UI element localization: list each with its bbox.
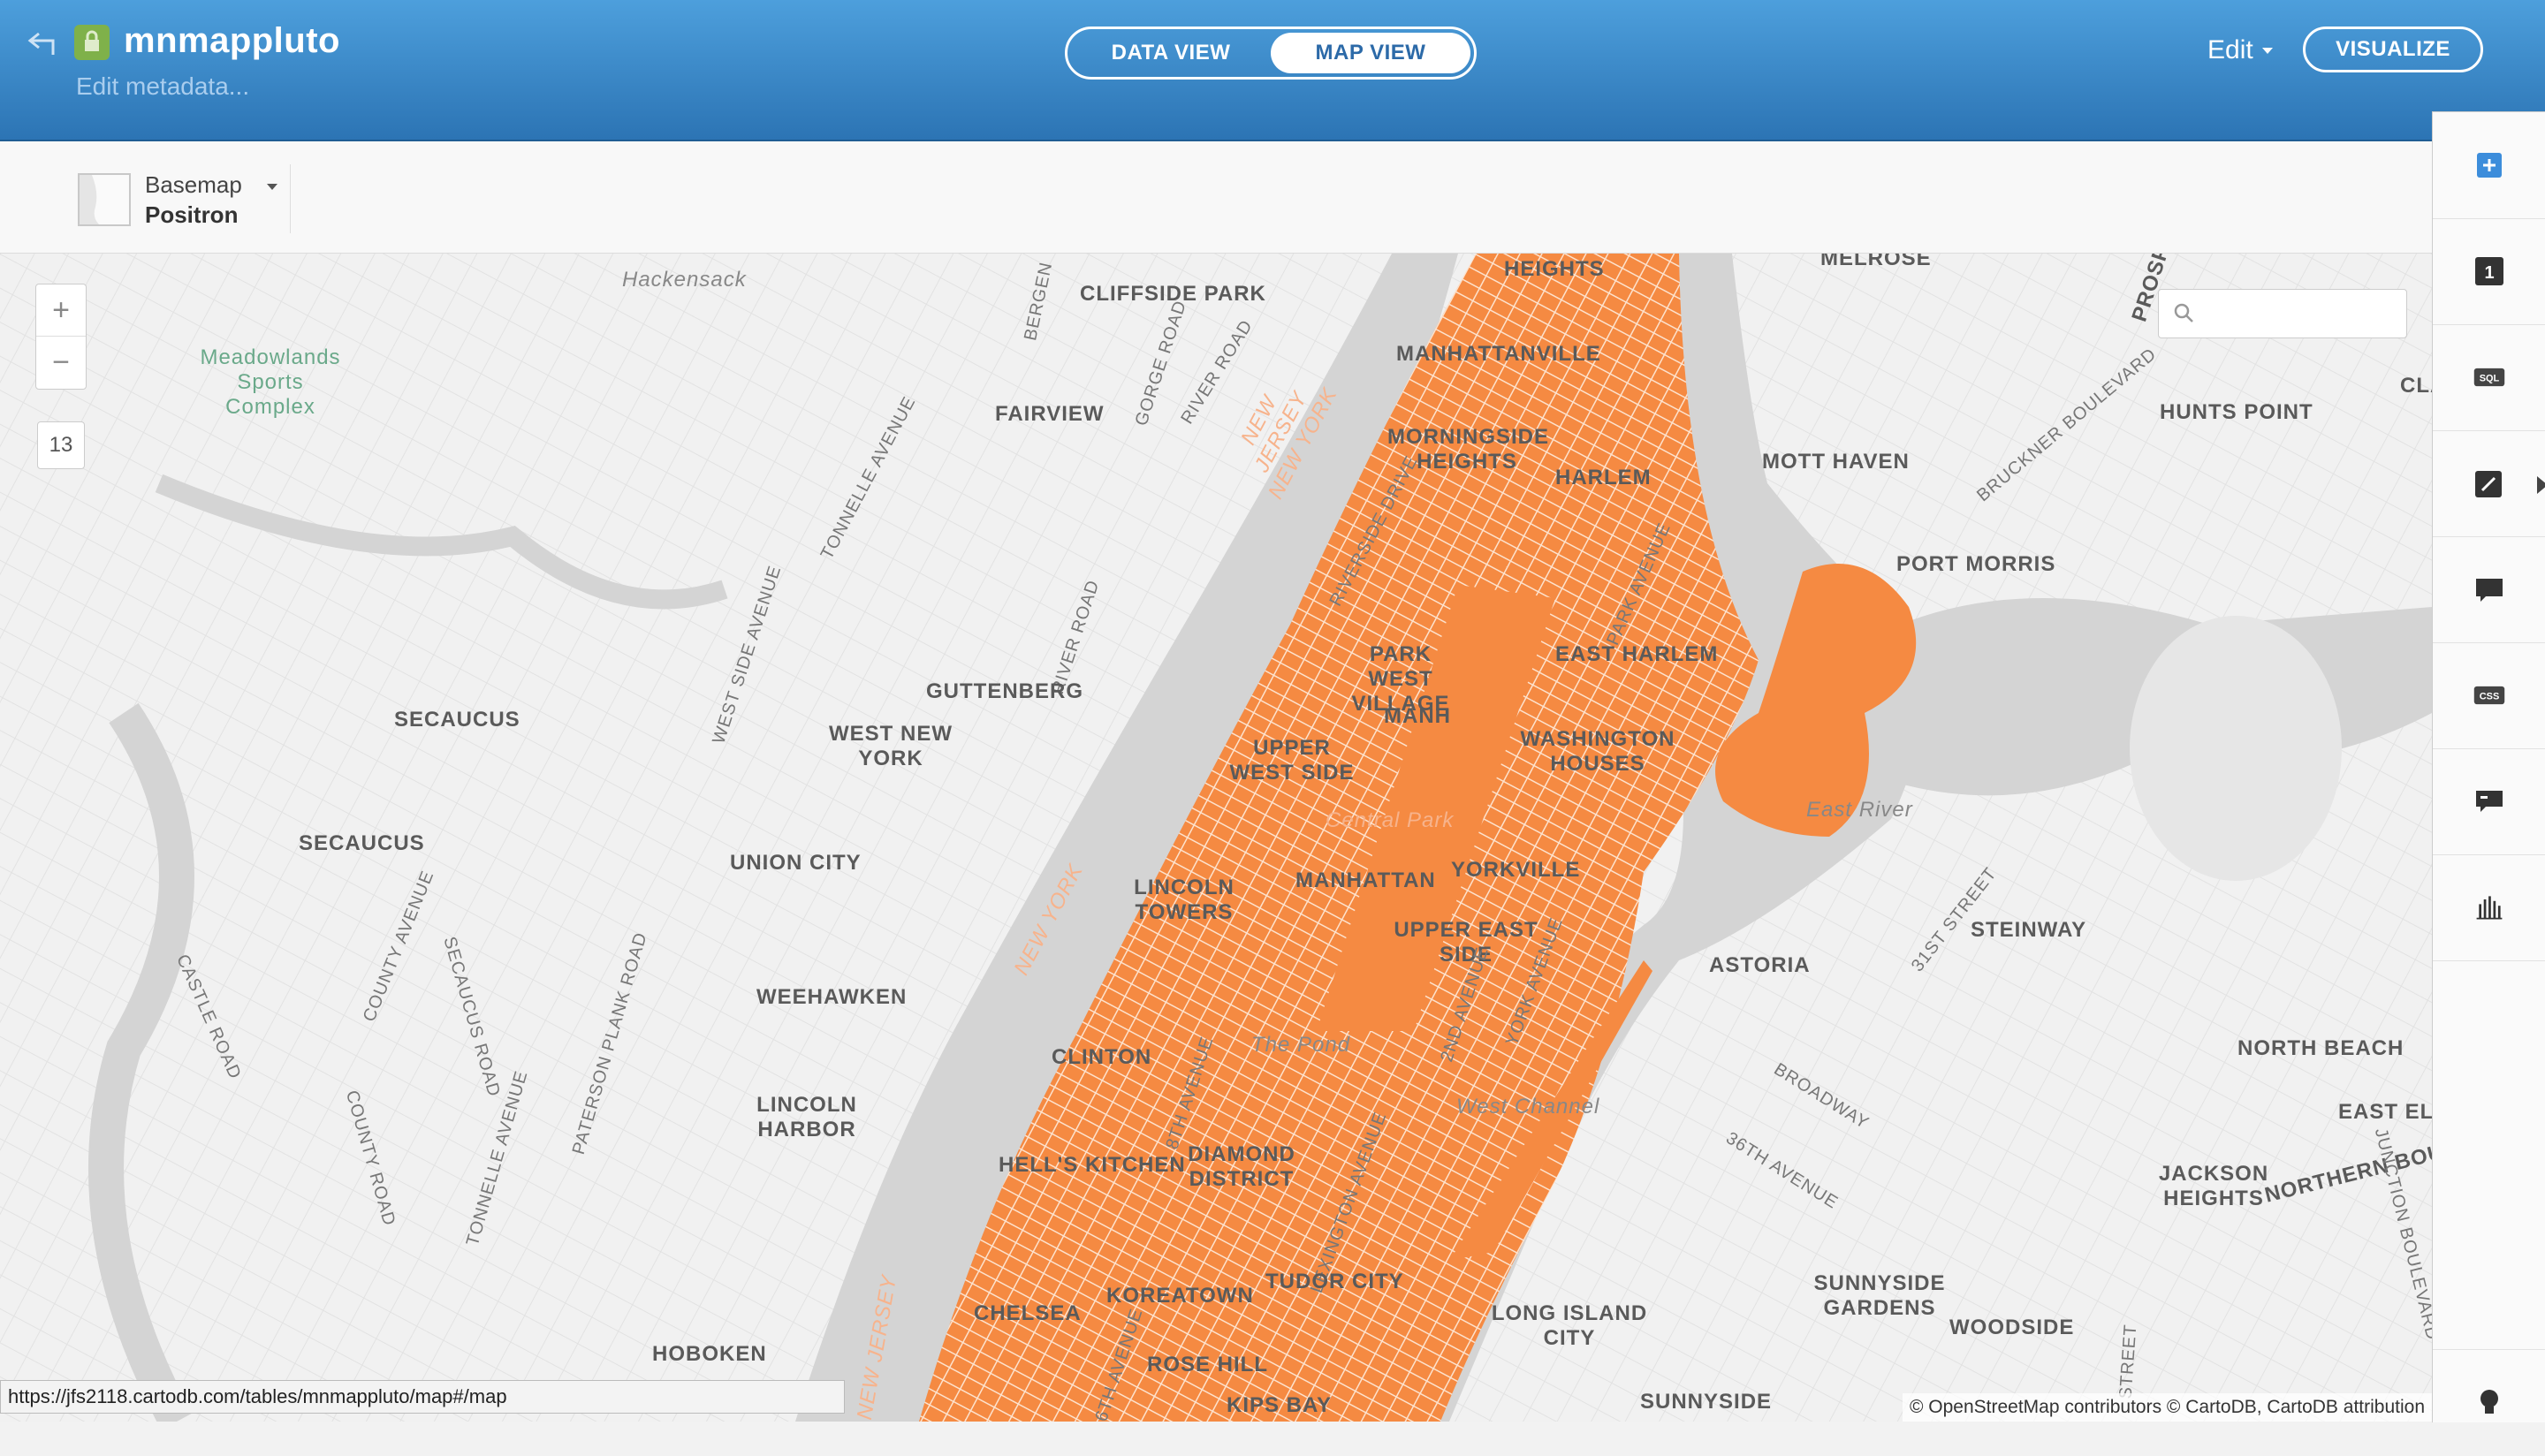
map-toolbar: Basemap Positron (0, 141, 2432, 254)
chevron-down-icon (2261, 47, 2273, 54)
map-label: The Pond (1251, 1033, 1351, 1057)
sql-icon: SQL (2473, 361, 2505, 393)
map-search-input[interactable] (2158, 289, 2407, 338)
map-label: HARLEM (1555, 466, 1652, 489)
infowindow-icon (2473, 573, 2505, 605)
map-label: HEIGHTS (1504, 257, 1605, 281)
svg-text:SQL: SQL (2480, 374, 2500, 384)
toolbar-divider (290, 164, 291, 233)
search-icon (2174, 303, 2193, 322)
right-sidebar: 1 SQL CSS (2432, 111, 2545, 1422)
map-label: SUNNYSIDE GARDENS (1813, 1271, 1946, 1320)
map-attribution[interactable]: © OpenStreetMap contributors © CartoDB, … (1902, 1393, 2432, 1422)
zoom-out-button[interactable]: − (36, 336, 86, 388)
basemap-dropdown-icon[interactable] (267, 184, 277, 190)
table-title[interactable]: mnmappluto (124, 21, 340, 61)
map-label: EAST HARLEM (1555, 642, 1719, 666)
sidebar-item-wizard[interactable] (2433, 430, 2545, 537)
map-label: Meadowlands Sports Complex (200, 345, 341, 419)
map-label: ASTORIA (1709, 953, 1811, 977)
basemap-value[interactable]: Positron (145, 201, 238, 229)
lightbulb-icon (2473, 1387, 2505, 1419)
sidebar-item-infowindow[interactable] (2433, 536, 2545, 643)
sidebar-item-sql[interactable]: SQL (2433, 324, 2545, 431)
map-label: MANH (1384, 704, 1451, 728)
map-label: CLA (2400, 374, 2432, 398)
map-label: UNION CITY (730, 851, 862, 875)
sidebar-item-add-layer[interactable] (2433, 112, 2545, 219)
map-label: ROSE HILL (1147, 1353, 1269, 1376)
map-label: MANHATTANVILLE (1396, 342, 1601, 366)
map-label: WOODSIDE (1949, 1316, 2075, 1339)
top-header: mnmappluto Edit metadata... DATA VIEW MA… (0, 0, 2545, 141)
map-label: HOBOKEN (652, 1342, 767, 1366)
map-label: SUNNYSIDE (1640, 1390, 1773, 1414)
map-canvas[interactable]: Hackensack Meadowlands Sports Complex CL… (0, 254, 2432, 1422)
map-label: CLINTON (1052, 1045, 1152, 1069)
lock-icon[interactable] (74, 25, 110, 60)
map-label: LINCOLN TOWERS (1134, 876, 1235, 924)
visualize-button[interactable]: VISUALIZE (2303, 27, 2483, 72)
sidebar-item-layer-1[interactable]: 1 (2433, 218, 2545, 325)
sidebar-item-tips[interactable] (2433, 1349, 2545, 1456)
sidebar-item-css[interactable]: CSS (2433, 642, 2545, 749)
map-label: SECAUCUS (299, 831, 425, 855)
wizard-icon (2473, 467, 2505, 499)
map-label: Hackensack (622, 268, 747, 292)
edit-menu-label: Edit (2207, 35, 2253, 64)
map-label: FAIRVIEW (995, 402, 1105, 426)
edit-menu[interactable]: Edit (2207, 35, 2273, 65)
map-label: SECAUCUS (394, 708, 520, 732)
active-pointer-icon (2537, 476, 2545, 494)
map-label: GUTTENBERG (926, 679, 1083, 703)
tab-map-view[interactable]: MAP VIEW (1271, 33, 1470, 73)
sidebar-item-legend[interactable] (2433, 748, 2545, 855)
map-label: EAST ELM (2338, 1100, 2432, 1124)
map-label: DIAMOND DISTRICT (1188, 1142, 1295, 1191)
layer-1-icon: 1 (2473, 255, 2505, 287)
status-url: https://jfs2118.cartodb.com/tables/mnmap… (0, 1380, 845, 1414)
zoom-level: 13 (37, 421, 85, 469)
map-label: WEST NEW YORK (829, 722, 953, 770)
basemap-label[interactable]: Basemap (145, 171, 242, 199)
sidebar-item-filters[interactable] (2433, 854, 2545, 961)
map-label: East River (1806, 798, 1913, 822)
map-label: WASHINGTON HOUSES (1520, 727, 1675, 776)
svg-text:1: 1 (2484, 263, 2494, 283)
svg-text:CSS: CSS (2480, 692, 2500, 702)
map-label: STREET (2116, 1323, 2141, 1400)
map-label: MANHATTAN (1295, 868, 1436, 892)
view-toggle: DATA VIEW MAP VIEW (1065, 27, 1477, 80)
map-label: UPPER WEST SIDE (1229, 736, 1355, 785)
map-label: STEINWAY (1971, 918, 2087, 942)
legend-icon (2473, 785, 2505, 817)
back-arrow-icon[interactable] (27, 30, 58, 57)
edit-metadata-link[interactable]: Edit metadata... (76, 72, 249, 101)
map-label: KOREATOWN (1106, 1284, 1254, 1308)
map-label: NORTH BEACH (2237, 1036, 2404, 1060)
map-label: MELROSE (1820, 254, 1932, 270)
map-label: YORKVILLE (1451, 858, 1581, 882)
map-label: JACKSON HEIGHTS (2158, 1162, 2269, 1210)
map-label: LONG ISLAND CITY (1491, 1301, 1648, 1350)
map-label: HUNTS POINT (2160, 400, 2313, 424)
map-label: HELL'S KITCHEN (999, 1153, 1186, 1177)
map-label: KIPS BAY (1227, 1393, 1333, 1417)
filters-icon (2473, 891, 2505, 923)
zoom-control: + − (35, 284, 87, 390)
zoom-in-button[interactable]: + (36, 284, 86, 336)
map-label: LINCOLN HARBOR (756, 1093, 857, 1141)
css-icon: CSS (2473, 679, 2505, 711)
map-label: Central Park (1326, 808, 1455, 832)
map-label: MOTT HAVEN (1762, 450, 1910, 474)
map-label: TUDOR CITY (1265, 1270, 1404, 1293)
add-layer-icon (2473, 149, 2505, 181)
tab-data-view[interactable]: DATA VIEW (1071, 33, 1271, 73)
basemap-thumbnail-icon[interactable] (78, 173, 131, 226)
map-label: PORT MORRIS (1896, 552, 2056, 576)
map-label: WEEHAWKEN (756, 985, 908, 1009)
map-label: West Channel (1456, 1095, 1600, 1119)
map-label: CHELSEA (974, 1301, 1082, 1325)
